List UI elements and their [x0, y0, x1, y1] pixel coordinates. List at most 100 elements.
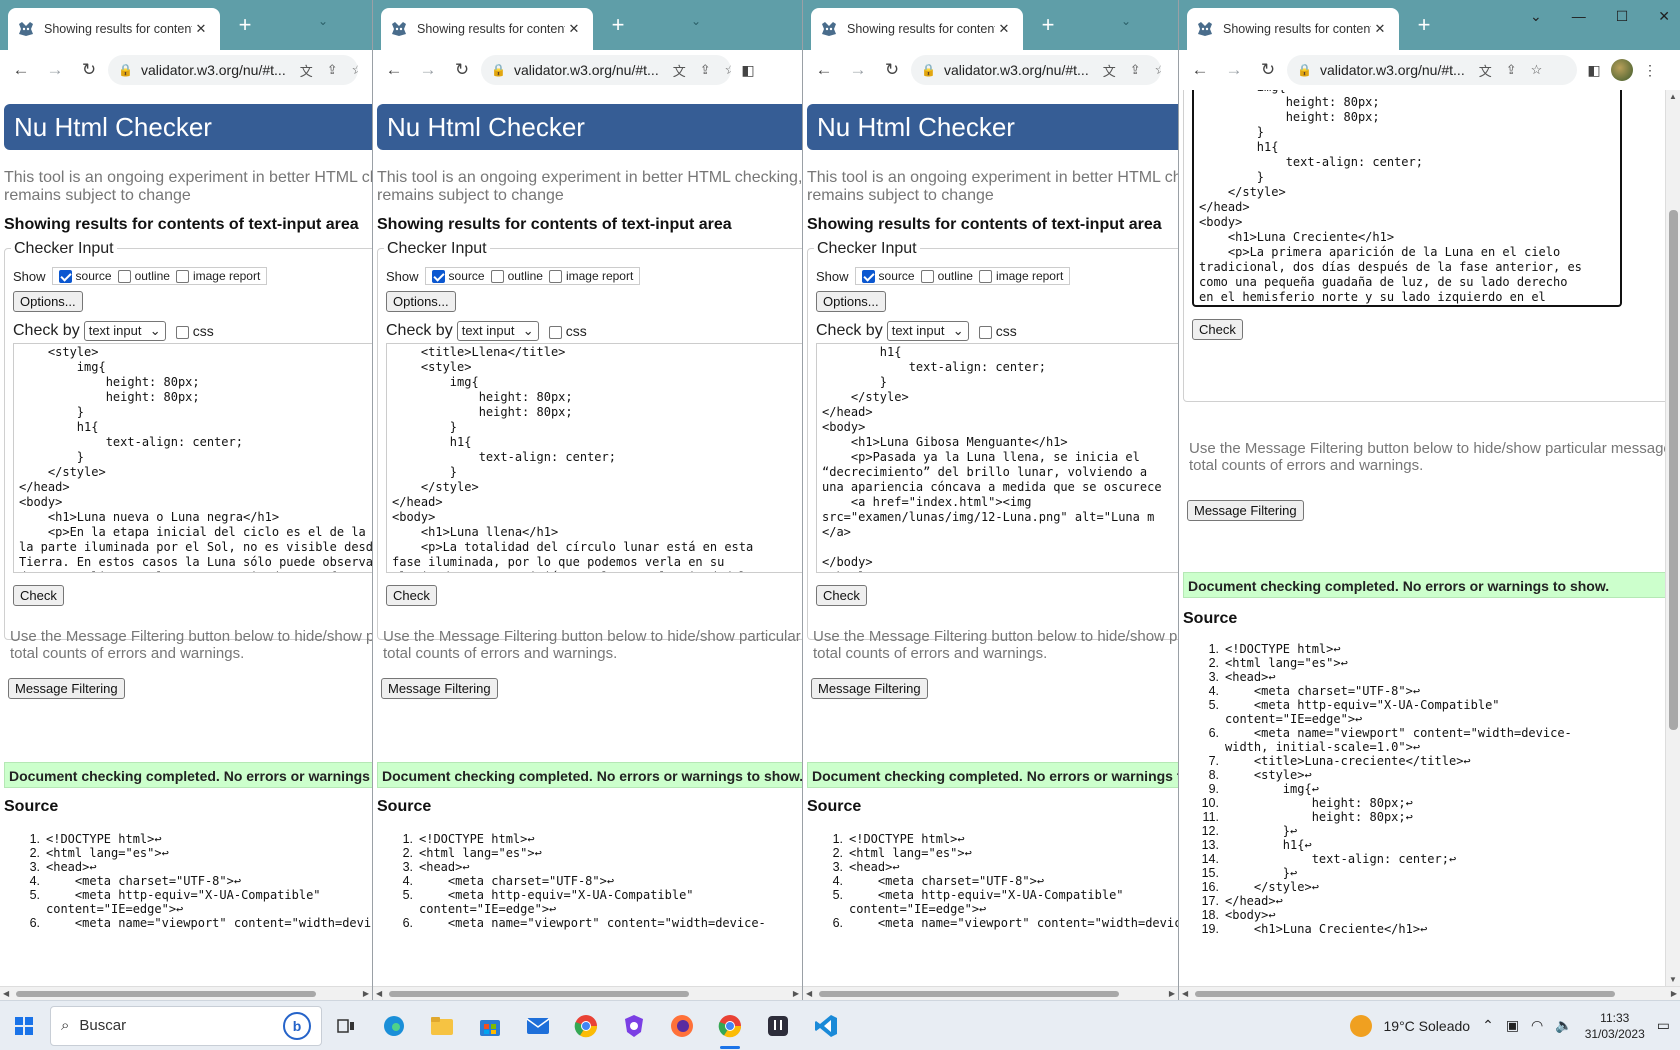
source-textarea[interactable]: img{ height: 80px; height: 80px; } h1{ t…: [1192, 90, 1622, 307]
clock[interactable]: 11:33 31/03/2023: [1585, 1010, 1645, 1042]
bing-icon[interactable]: b: [283, 1011, 311, 1040]
forward-icon[interactable]: →: [40, 55, 70, 85]
close-window-icon[interactable]: ✕: [1658, 8, 1670, 25]
vertical-scrollbar[interactable]: ▲ ▼: [1665, 90, 1680, 986]
chevron-up-icon[interactable]: ⌃: [1482, 1017, 1494, 1034]
source-checkbox[interactable]: source: [861, 269, 915, 284]
app-icon[interactable]: [754, 1001, 802, 1050]
horizontal-scrollbar[interactable]: ◀ ▶: [803, 986, 1178, 1000]
windows-start-icon[interactable]: [0, 1001, 48, 1050]
css-checkbox[interactable]: css: [175, 323, 214, 339]
share-icon[interactable]: ⇪: [327, 62, 338, 78]
message-filtering-button[interactable]: Message Filtering: [811, 678, 928, 699]
back-icon[interactable]: ←: [1185, 55, 1215, 85]
task-view-icon[interactable]: [322, 1001, 370, 1050]
forward-icon[interactable]: →: [1219, 55, 1249, 85]
brave-icon[interactable]: [610, 1001, 658, 1050]
image-report-checkbox[interactable]: image report: [978, 269, 1063, 284]
options-button[interactable]: Options...: [13, 291, 83, 312]
image-report-checkbox[interactable]: image report: [548, 269, 633, 284]
check-by-select[interactable]: text input ⌄: [83, 321, 166, 341]
close-icon[interactable]: ✕: [1371, 21, 1389, 37]
source-textarea[interactable]: <style> img{ height: 80px; height: 80px;…: [13, 343, 372, 573]
minimize-icon[interactable]: —: [1572, 8, 1586, 25]
image-report-checkbox[interactable]: image report: [175, 269, 260, 284]
message-filtering-button[interactable]: Message Filtering: [1187, 500, 1304, 521]
reload-icon[interactable]: ↻: [1253, 55, 1283, 85]
plus-icon[interactable]: +: [232, 13, 258, 37]
close-icon[interactable]: ✕: [995, 21, 1013, 37]
back-icon[interactable]: ←: [6, 55, 36, 85]
browser-tab[interactable]: Showing results for contents o ✕: [381, 8, 593, 50]
star-icon[interactable]: ☆: [725, 62, 731, 78]
translate-icon[interactable]: 文: [300, 61, 313, 80]
check-by-select[interactable]: text input ⌄: [886, 321, 969, 341]
check-button[interactable]: Check: [816, 585, 867, 606]
browser-tab[interactable]: Showing results for contents o ✕: [811, 8, 1023, 50]
options-button[interactable]: Options...: [386, 291, 456, 312]
volume-icon[interactable]: 🔈: [1555, 1017, 1572, 1034]
check-button[interactable]: Check: [386, 585, 437, 606]
wifi-icon[interactable]: ◠: [1531, 1017, 1543, 1034]
chrome-icon[interactable]: [562, 1001, 610, 1050]
outline-checkbox[interactable]: outline: [117, 269, 170, 284]
plus-icon[interactable]: +: [605, 13, 631, 37]
translate-icon[interactable]: 文: [1103, 61, 1116, 80]
chevron-down-icon[interactable]: ⌄: [1121, 14, 1131, 28]
vscode-icon[interactable]: [802, 1001, 850, 1050]
plus-icon[interactable]: +: [1411, 13, 1437, 37]
css-checkbox[interactable]: css: [978, 323, 1017, 339]
menu-icon[interactable]: ⋮: [1637, 62, 1663, 79]
chevron-down-icon[interactable]: ⌄: [691, 14, 701, 28]
chevron-down-icon[interactable]: ⌄: [318, 14, 328, 28]
star-icon[interactable]: ☆: [352, 62, 358, 78]
css-checkbox[interactable]: css: [548, 323, 587, 339]
folder-icon[interactable]: [418, 1001, 466, 1050]
reload-icon[interactable]: ↻: [74, 55, 104, 85]
forward-icon[interactable]: →: [843, 55, 873, 85]
taskbar-search[interactable]: ⌕ Buscar b: [50, 1005, 322, 1046]
share-icon[interactable]: ⇪: [1130, 62, 1141, 78]
maximize-icon[interactable]: ☐: [1616, 8, 1629, 25]
firefox-icon[interactable]: [658, 1001, 706, 1050]
weather-icon[interactable]: [1349, 1014, 1372, 1037]
plus-icon[interactable]: +: [1035, 13, 1061, 37]
source-checkbox[interactable]: source: [58, 269, 112, 284]
edge-icon[interactable]: [370, 1001, 418, 1050]
check-by-select[interactable]: text input ⌄: [456, 321, 539, 341]
avatar[interactable]: [1611, 59, 1633, 81]
message-filtering-button[interactable]: Message Filtering: [8, 678, 125, 699]
source-textarea[interactable]: <title>Llena</title> <style> img{ height…: [386, 343, 802, 573]
outline-checkbox[interactable]: outline: [490, 269, 543, 284]
back-icon[interactable]: ←: [379, 55, 409, 85]
share-icon[interactable]: ⇪: [700, 62, 711, 78]
outline-checkbox[interactable]: outline: [920, 269, 973, 284]
browser-tab[interactable]: Showing results for contents o ✕: [8, 8, 220, 50]
horizontal-scrollbar[interactable]: ◀ ▶: [1179, 986, 1680, 1000]
browser-tab[interactable]: Showing results for contents o ✕: [1187, 8, 1399, 50]
address-bar[interactable]: 🔒 validator.w3.org/nu/#t... 文 ⇪ ☆: [481, 55, 731, 85]
notification-icon[interactable]: ▭: [1657, 1017, 1670, 1034]
check-button[interactable]: Check: [13, 585, 64, 606]
reload-icon[interactable]: ↻: [877, 55, 907, 85]
share-icon[interactable]: ⇪: [1506, 62, 1517, 78]
chrome-active-icon[interactable]: [706, 1001, 754, 1050]
horizontal-scrollbar[interactable]: ◀ ▶: [0, 986, 372, 1000]
address-bar[interactable]: 🔒 validator.w3.org/nu/#t... 文 ⇪ ☆: [108, 55, 358, 85]
check-button[interactable]: Check: [1192, 319, 1243, 340]
source-textarea[interactable]: h1{ text-align: center; } </style> </hea…: [816, 343, 1178, 573]
store-icon[interactable]: [466, 1001, 514, 1050]
star-icon[interactable]: ☆: [1531, 62, 1543, 78]
translate-icon[interactable]: 文: [1479, 61, 1492, 80]
mail-icon[interactable]: [514, 1001, 562, 1050]
source-checkbox[interactable]: source: [431, 269, 485, 284]
reload-icon[interactable]: ↻: [447, 55, 477, 85]
chevron-down-icon[interactable]: ⌄: [1530, 8, 1542, 25]
forward-icon[interactable]: →: [413, 55, 443, 85]
close-icon[interactable]: ✕: [192, 21, 210, 37]
sidepanel-icon[interactable]: ◧: [1581, 62, 1607, 79]
address-bar[interactable]: 🔒 validator.w3.org/nu/#t... 文 ⇪ ☆: [911, 55, 1161, 85]
star-icon[interactable]: ☆: [1155, 62, 1161, 78]
message-filtering-button[interactable]: Message Filtering: [381, 678, 498, 699]
network-icon[interactable]: ▣: [1506, 1017, 1519, 1034]
